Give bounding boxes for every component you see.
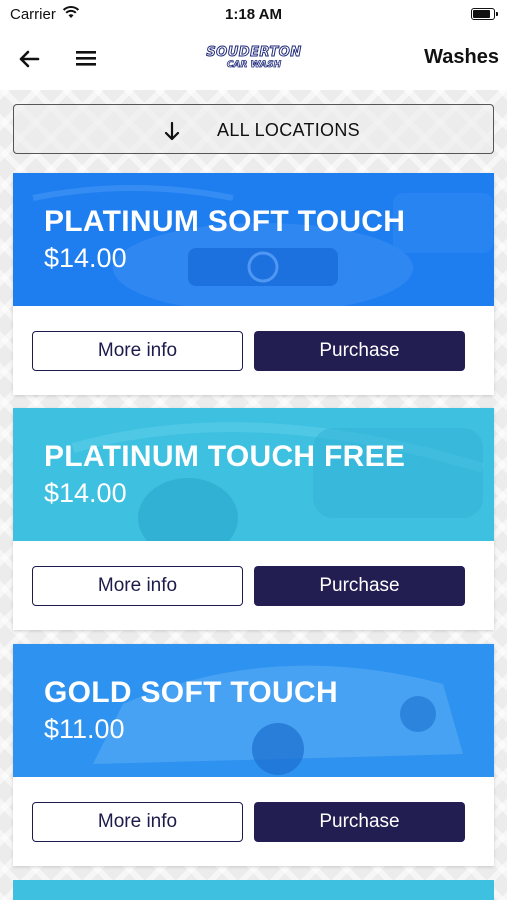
wash-card: PLATINUM TOUCH FREE $14.00 More info Pur…	[13, 408, 494, 630]
wash-name: GOLD SOFT TOUCH	[44, 676, 338, 709]
wash-card-image: GOLD SOFT TOUCH $11.00	[13, 644, 494, 777]
wash-card: GOLD SOFT TOUCH $11.00 More info Purchas…	[13, 644, 494, 866]
wash-name: PLATINUM TOUCH FREE	[44, 440, 406, 473]
wash-price: $14.00	[44, 243, 127, 273]
all-locations-button[interactable]: ALL LOCATIONS	[13, 104, 494, 154]
page-title: Washes	[424, 46, 499, 68]
more-info-button[interactable]: More info	[32, 331, 243, 371]
logo-line-1: SOUDERTON	[206, 45, 302, 60]
wash-name: PLATINUM SOFT TOUCH	[44, 205, 406, 238]
battery-icon	[471, 8, 498, 20]
wash-card: PLATINUM SOFT TOUCH $14.00 More info Pur…	[13, 173, 494, 395]
logo: SOUDERTON CAR WASH	[192, 45, 316, 76]
next-wash-card-peek	[13, 880, 494, 900]
more-info-button[interactable]: More info	[32, 802, 243, 842]
wash-price: $11.00	[44, 714, 125, 744]
purchase-button[interactable]: Purchase	[254, 566, 465, 606]
all-locations-label: ALL LOCATIONS	[217, 120, 360, 140]
more-info-button[interactable]: More info	[32, 566, 243, 606]
nav-bar: SOUDERTON CAR WASH Washes	[0, 28, 507, 90]
wash-price: $14.00	[44, 478, 127, 508]
car-photo-overlay	[13, 644, 494, 777]
wash-card-image: PLATINUM TOUCH FREE $14.00	[13, 408, 494, 541]
menu-icon[interactable]	[72, 44, 100, 72]
logo-line-2: CAR WASH	[226, 60, 282, 71]
car-photo-overlay	[13, 408, 494, 541]
purchase-button[interactable]: Purchase	[254, 802, 465, 842]
clock: 1:18 AM	[225, 6, 282, 23]
car-photo-overlay	[13, 173, 494, 306]
back-arrow-icon[interactable]	[14, 44, 44, 74]
status-bar: Carrier 1:18 AM	[0, 0, 507, 28]
purchase-button[interactable]: Purchase	[254, 331, 465, 371]
wash-card-image: PLATINUM SOFT TOUCH $14.00	[13, 173, 494, 306]
